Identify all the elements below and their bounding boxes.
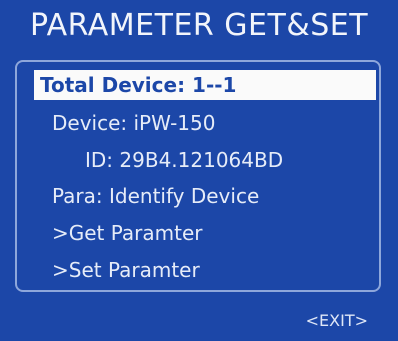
menu-item-para[interactable]: Para: Identify Device	[52, 184, 259, 208]
device-id-value: ID: 29B4.121064BD	[85, 148, 284, 172]
exit-button[interactable]: <EXIT>	[306, 311, 368, 330]
menu-item-get-parameter[interactable]: >Get Paramter	[52, 221, 203, 245]
menu-item-total-device[interactable]: Total Device: 1--1	[34, 70, 376, 100]
menu-item-set-parameter[interactable]: >Set Paramter	[52, 258, 200, 282]
menu-item-device[interactable]: Device: iPW-150	[52, 111, 215, 135]
screen-title: PARAMETER GET&SET	[29, 8, 369, 43]
device-screen: PARAMETER GET&SET Total Device: 1--1 Dev…	[0, 0, 398, 341]
parameter-menu-panel: Total Device: 1--1 Device: iPW-150 ID: 2…	[15, 60, 381, 292]
